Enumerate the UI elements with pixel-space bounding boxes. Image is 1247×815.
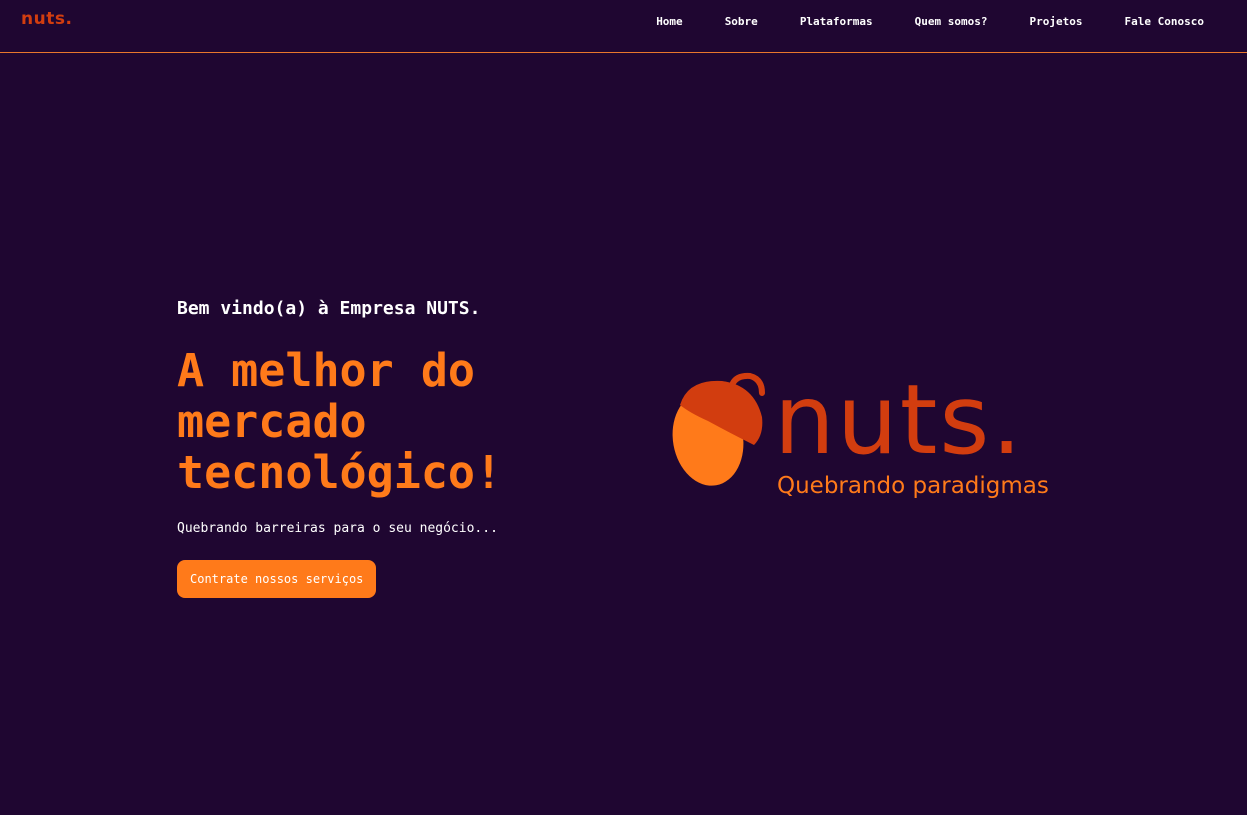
brand-tagline: Quebrando paradigmas xyxy=(777,473,1049,499)
navbar: nuts. Home Sobre Plataformas Quem somos?… xyxy=(0,0,1247,53)
nav-link-fale-conosco[interactable]: Fale Conosco xyxy=(1125,15,1204,28)
nav-link-projetos[interactable]: Projetos xyxy=(1030,15,1083,28)
nav-link-plataformas[interactable]: Plataformas xyxy=(800,15,873,28)
nav-link-home[interactable]: Home xyxy=(656,15,683,28)
nav-link-quem-somos[interactable]: Quem somos? xyxy=(915,15,988,28)
hero-text: Bem vindo(a) à Empresa NUTS. A melhor do… xyxy=(177,298,597,598)
nav-links: Home Sobre Plataformas Quem somos? Proje… xyxy=(614,15,1204,28)
brand-logo: nuts. Quebrando paradigmas xyxy=(672,364,1049,499)
acorn-icon xyxy=(672,372,765,486)
brand-wordmark: nuts. xyxy=(774,364,1024,476)
nav-link-sobre[interactable]: Sobre xyxy=(725,15,758,28)
welcome-text: Bem vindo(a) à Empresa NUTS. xyxy=(177,298,481,319)
hero-headline: A melhor do mercado tecnológico! xyxy=(177,344,503,499)
hero-subtext: Quebrando barreiras para o seu negócio..… xyxy=(177,521,498,536)
nav-logo[interactable]: nuts. xyxy=(21,9,72,29)
hire-services-button[interactable]: Contrate nossos serviços xyxy=(177,560,377,598)
